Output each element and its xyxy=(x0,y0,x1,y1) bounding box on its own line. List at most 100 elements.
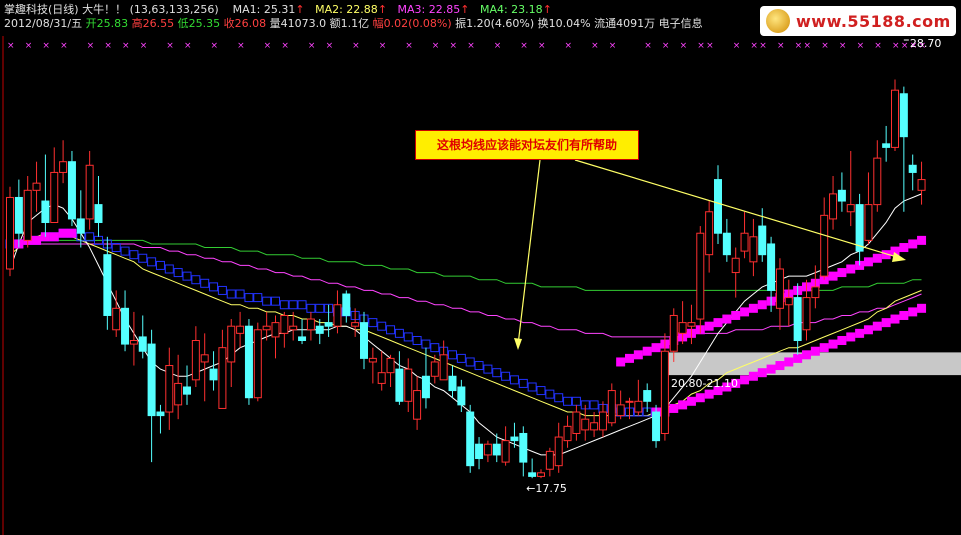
signal-x-marker: × xyxy=(697,41,705,51)
step-marker-magenta xyxy=(784,357,794,367)
signal-x-marker: × xyxy=(565,41,573,51)
candle-down xyxy=(882,143,891,148)
step-marker-magenta xyxy=(740,307,750,317)
signal-x-marker: × xyxy=(733,41,741,51)
candle-up xyxy=(802,297,811,331)
step-marker-blue xyxy=(85,232,95,242)
step-marker-magenta xyxy=(775,361,785,371)
candle-up xyxy=(377,372,386,384)
candle-up xyxy=(165,365,174,413)
candle-down xyxy=(103,254,112,316)
candle-up xyxy=(873,157,882,206)
candle-down xyxy=(298,336,307,342)
candle-up xyxy=(413,390,422,420)
signal-x-marker: × xyxy=(352,41,360,51)
step-marker-blue xyxy=(253,293,263,303)
low-price-label: ←17.75 xyxy=(526,482,567,495)
signal-x-marker: × xyxy=(184,41,192,51)
step-marker-blue xyxy=(111,243,121,253)
step-marker-blue xyxy=(571,396,581,406)
step-marker-magenta xyxy=(678,400,688,410)
candle-up xyxy=(112,307,121,331)
step-marker-magenta xyxy=(740,375,750,385)
candle-down xyxy=(492,443,501,456)
step-marker-blue xyxy=(129,250,139,260)
candle-up xyxy=(227,325,236,363)
signal-x-marker: × xyxy=(538,41,546,51)
step-marker-magenta xyxy=(837,336,847,346)
candle-up xyxy=(687,322,696,327)
step-marker-blue xyxy=(483,364,493,374)
candle-down xyxy=(758,225,767,256)
arrow-line-left xyxy=(517,159,541,346)
candle-down xyxy=(457,386,466,406)
step-marker-magenta xyxy=(819,343,829,353)
step-marker-blue xyxy=(518,378,528,388)
candle-down xyxy=(315,325,324,334)
zone-label: 20.80-21.10 xyxy=(671,377,738,390)
candle-down xyxy=(899,93,908,138)
signal-x-marker: × xyxy=(591,41,599,51)
signal-x-marker: × xyxy=(795,41,803,51)
candle-up xyxy=(386,357,395,374)
step-marker-magenta xyxy=(695,393,705,403)
candle-down xyxy=(67,161,76,220)
candle-up xyxy=(678,322,687,334)
candlestick-chart[interactable]: × × × × × × × × × × × × × × × × × × × × × × × × × × × × × × × × × × × × × × × ×… xyxy=(0,0,961,535)
candle-down xyxy=(714,179,722,234)
candle-up xyxy=(439,354,448,381)
signal-x-marker: × xyxy=(467,41,475,51)
step-marker-magenta xyxy=(872,253,882,263)
step-marker-magenta xyxy=(872,321,882,331)
signal-x-marker: × xyxy=(759,41,767,51)
step-marker-blue xyxy=(430,343,440,353)
signal-x-marker: × xyxy=(264,41,272,51)
signal-x-marker: × xyxy=(892,41,900,51)
signal-x-marker: × xyxy=(680,41,688,51)
step-marker-blue xyxy=(394,328,404,338)
candle-down xyxy=(324,322,333,327)
step-marker-blue xyxy=(209,282,219,292)
step-marker-blue xyxy=(474,361,484,371)
candle-up xyxy=(891,89,899,148)
candle-up xyxy=(660,350,669,434)
step-marker-blue xyxy=(501,371,511,381)
signal-x-marker: × xyxy=(326,41,334,51)
candle-up xyxy=(820,214,829,277)
step-marker-magenta xyxy=(766,364,776,374)
candle-down xyxy=(14,196,23,234)
step-marker-magenta xyxy=(748,371,758,381)
step-marker-magenta xyxy=(899,243,909,253)
step-marker-blue xyxy=(147,257,157,267)
candle-up xyxy=(174,382,183,406)
step-marker-magenta xyxy=(863,257,873,267)
candle-up xyxy=(625,400,634,403)
candle-down xyxy=(76,218,85,234)
candle-down xyxy=(395,368,404,402)
step-marker-blue xyxy=(306,303,316,313)
candle-down xyxy=(183,386,191,395)
step-marker-blue xyxy=(155,260,165,270)
signal-x-marker: × xyxy=(750,41,758,51)
candle-down xyxy=(209,368,218,381)
step-marker-magenta xyxy=(686,396,696,406)
step-marker-magenta xyxy=(863,325,873,335)
step-marker-magenta xyxy=(846,332,856,342)
candle-up xyxy=(864,204,873,241)
signal-x-marker: × xyxy=(644,41,652,51)
step-marker-magenta xyxy=(748,303,758,313)
step-marker-blue xyxy=(235,289,245,299)
candle-up xyxy=(616,404,625,417)
signal-x-marker: × xyxy=(839,41,847,51)
step-marker-magenta xyxy=(757,300,767,310)
candle-up xyxy=(404,368,413,402)
candle-down xyxy=(643,390,652,402)
step-marker-magenta xyxy=(810,346,820,356)
signal-x-marker: × xyxy=(777,41,785,51)
step-marker-magenta xyxy=(669,403,679,413)
candle-up xyxy=(200,354,209,363)
candle-up xyxy=(669,314,678,352)
candle-up xyxy=(696,232,705,320)
step-marker-magenta xyxy=(908,239,918,249)
signal-x-marker: × xyxy=(60,41,68,51)
